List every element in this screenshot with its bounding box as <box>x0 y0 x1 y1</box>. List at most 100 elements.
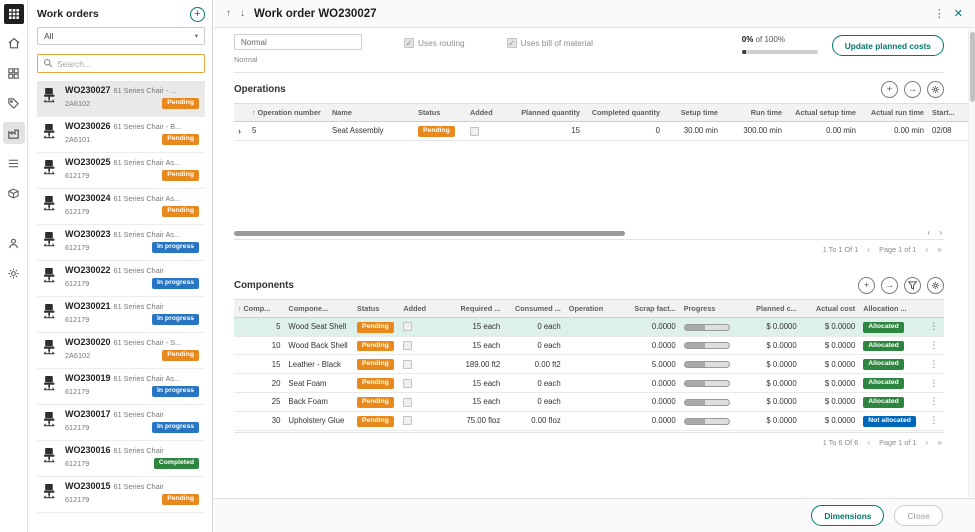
column-header[interactable]: Operation <box>564 298 622 318</box>
dimensions-button[interactable]: Dimensions <box>811 505 885 526</box>
column-header[interactable]: Scrap fact... <box>621 298 680 318</box>
added-checkbox[interactable] <box>403 397 413 407</box>
work-order-list-item[interactable]: WO230017 61 Series Chair 612179 In progre… <box>37 405 205 441</box>
column-header[interactable]: Start... <box>928 103 960 122</box>
scroll-right-icon[interactable]: › <box>939 228 942 237</box>
column-header[interactable]: Name <box>328 103 414 122</box>
priority-input[interactable]: Normal <box>234 34 362 50</box>
added-checkbox[interactable] <box>470 126 479 136</box>
column-header[interactable]: Required ... <box>437 298 505 318</box>
added-checkbox[interactable] <box>403 416 413 426</box>
operations-actions-button[interactable]: → <box>904 81 921 98</box>
added-checkbox[interactable] <box>403 322 413 332</box>
hscrollbar-thumb[interactable] <box>234 230 625 236</box>
production-icon[interactable] <box>2 122 25 144</box>
uses-routing-checkbox[interactable]: ✓ Uses routing <box>404 38 465 48</box>
app-launcher-icon[interactable] <box>3 4 24 24</box>
added-checkbox[interactable] <box>403 378 413 388</box>
components-settings-button[interactable] <box>927 276 944 294</box>
work-order-list-item[interactable]: WO230015 61 Series Chair 612179 Pending <box>37 477 205 513</box>
column-header[interactable]: Setup time <box>664 103 722 122</box>
next-page-icon[interactable]: › <box>925 438 928 447</box>
column-header-operation-number[interactable]: ↑ Operation number <box>248 103 328 122</box>
added-checkbox[interactable] <box>403 341 413 351</box>
update-planned-costs-button[interactable]: Update planned costs <box>831 35 944 56</box>
settings-icon[interactable] <box>3 262 25 284</box>
navigate-down-icon[interactable]: ↓ <box>240 8 245 19</box>
next-page-icon[interactable]: › <box>925 245 928 254</box>
row-menu-icon[interactable]: ⋮ <box>960 121 968 141</box>
vscrollbar-thumb[interactable] <box>970 32 975 102</box>
column-header[interactable]: Actual setup time <box>786 103 860 122</box>
work-order-list-item[interactable]: WO230019 61 Series Chair As... 612179 In … <box>37 369 205 405</box>
component-row[interactable]: 15 Leather - Black Pending 189.00 ft2 0.… <box>234 354 944 375</box>
work-order-list-item[interactable]: WO230025 61 Series Chair As... 612179 Pen… <box>37 153 205 189</box>
filter-dropdown[interactable]: All ▾ <box>37 27 205 45</box>
row-menu-icon[interactable]: ⋮ <box>923 354 944 375</box>
prev-page-icon[interactable]: ‹ <box>867 245 870 254</box>
work-order-list-item[interactable]: WO230026 61 Series Chair - B... 2A6101 Pe… <box>37 117 205 153</box>
add-component-button[interactable]: + <box>858 276 875 294</box>
column-header[interactable]: Added <box>399 298 438 318</box>
expand-row-icon[interactable]: › <box>238 126 241 136</box>
column-header[interactable]: Consumed ... <box>504 298 565 318</box>
column-header[interactable]: Added <box>466 103 506 122</box>
column-header[interactable]: Status <box>414 103 466 122</box>
operations-settings-button[interactable] <box>927 81 944 98</box>
close-button[interactable]: Close <box>894 505 943 526</box>
last-page-icon[interactable]: » <box>937 438 942 447</box>
row-menu-icon[interactable]: ⋮ <box>923 336 944 356</box>
column-header[interactable]: Allocation ... <box>859 298 924 318</box>
column-header[interactable]: Status <box>353 298 400 318</box>
column-header[interactable]: Progress <box>679 298 741 318</box>
component-row[interactable]: 20 Seat Foam Pending 15 each 0 each 0.00… <box>234 373 944 393</box>
row-menu-icon[interactable]: ⋮ <box>923 317 944 337</box>
components-actions-button[interactable]: → <box>881 276 898 294</box>
search-input[interactable] <box>57 58 199 69</box>
tag-icon[interactable] <box>3 92 25 114</box>
component-row[interactable]: 25 Back Foam Pending 15 each 0 each 0.00… <box>234 392 944 412</box>
last-page-icon[interactable]: » <box>937 245 942 254</box>
column-header[interactable]: Run time <box>722 103 786 122</box>
row-menu-icon[interactable]: ⋮ <box>923 373 944 393</box>
uses-bom-checkbox[interactable]: ✓ Uses bill of material <box>506 38 593 48</box>
column-header[interactable]: Planned c... <box>740 298 801 318</box>
filter-value: All <box>44 31 54 41</box>
column-header-component-number[interactable]: ↑ Comp... <box>234 298 285 318</box>
user-icon[interactable] <box>3 232 25 254</box>
work-order-list-item[interactable]: WO230027 61 Series Chair - ... 2A6102 Pen… <box>37 81 205 117</box>
filter-icon[interactable] <box>904 276 921 294</box>
inventory-icon[interactable] <box>3 182 25 204</box>
list-icon[interactable] <box>3 152 25 174</box>
operation-row[interactable]: › 5 Seat Assembly Pending 15 0 30.00 min… <box>234 121 968 141</box>
component-row[interactable]: 5 Wood Seat Shell Pending 15 each 0 each… <box>234 317 944 337</box>
work-order-list-item[interactable]: WO230016 61 Series Chair 612179 Completed <box>37 441 205 477</box>
scroll-left-icon[interactable]: ‹ <box>927 228 930 237</box>
work-order-list-item[interactable]: WO230023 61 Series Chair As... 612179 In … <box>37 225 205 261</box>
start-date: 02/08 <box>928 121 960 141</box>
column-header[interactable]: Actual cost <box>800 298 860 318</box>
modules-icon[interactable] <box>3 62 25 84</box>
work-order-list-item[interactable]: WO230021 61 Series Chair 612179 In progre… <box>37 297 205 333</box>
column-header[interactable]: Completed quantity <box>584 103 664 122</box>
work-order-list-item[interactable]: WO230024 61 Series Chair As... 612179 Pen… <box>37 189 205 225</box>
work-order-list-item[interactable]: WO230022 61 Series Chair 612179 In progre… <box>37 261 205 297</box>
add-operation-button[interactable]: + <box>881 81 898 98</box>
row-menu-icon[interactable]: ⋮ <box>923 392 944 412</box>
component-row[interactable]: 10 Wood Back Shell Pending 15 each 0 eac… <box>234 336 944 356</box>
navigate-up-icon[interactable]: ↑ <box>226 8 231 19</box>
home-icon[interactable] <box>3 32 25 54</box>
add-work-order-button[interactable]: + <box>190 6 205 22</box>
row-menu-icon[interactable]: ⋮ <box>923 411 944 431</box>
search-box[interactable] <box>37 54 205 73</box>
added-checkbox[interactable] <box>403 360 413 369</box>
component-row[interactable]: 30 Upholstery Glue Pending 75.00 floz 0.… <box>234 411 944 431</box>
close-panel-icon[interactable]: ✕ <box>954 7 963 20</box>
more-menu-icon[interactable]: ⋮ <box>934 7 945 20</box>
prev-page-icon[interactable]: ‹ <box>867 438 870 447</box>
column-header[interactable]: Compone... <box>284 298 353 318</box>
work-order-list-item[interactable]: WO230020 61 Series Chair - S... 2A6102 Pe… <box>37 333 205 369</box>
column-header[interactable]: Planned quantity <box>506 103 584 122</box>
scrap-factor: 0.0000 <box>621 317 680 337</box>
column-header[interactable]: Actual run time <box>860 103 928 122</box>
